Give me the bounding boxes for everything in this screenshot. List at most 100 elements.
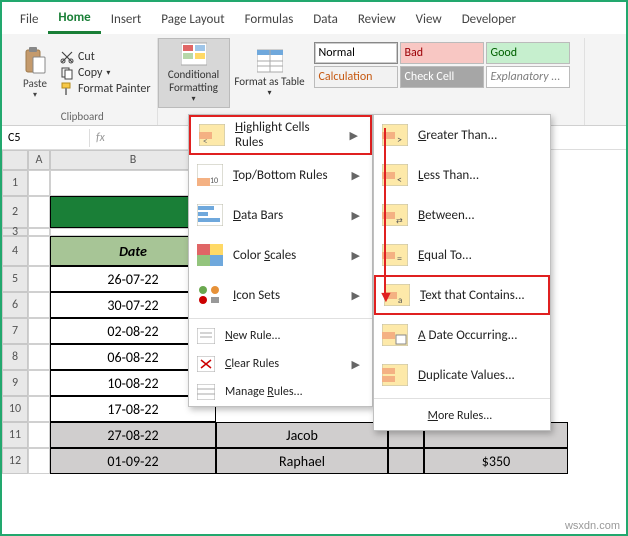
menu-icon-sets[interactable]: Icon Sets ▶ <box>189 275 372 315</box>
date-occurring-icon <box>382 324 408 346</box>
tab-insert[interactable]: Insert <box>101 8 152 33</box>
row-8[interactable]: 8 <box>2 344 28 370</box>
style-normal[interactable]: Normal <box>314 42 398 64</box>
name-cell[interactable]: Raphael <box>216 448 388 474</box>
style-calculation[interactable]: Calculation <box>314 66 398 88</box>
svg-text:<: < <box>397 173 402 186</box>
mlabel: Icon Sets <box>233 288 342 303</box>
watermark: wsxdn.com <box>565 520 620 532</box>
mlabel: Less Than... <box>418 168 538 183</box>
group-clipboard: Paste ▾ Cut Copy ▾ Format Painter Clipbo… <box>8 38 158 125</box>
row-7[interactable]: 7 <box>2 318 28 344</box>
scissors-icon <box>60 50 74 64</box>
paste-button[interactable]: Paste ▾ <box>14 38 56 108</box>
col-A[interactable]: A <box>28 150 50 170</box>
fx-icon[interactable]: fx <box>90 131 111 145</box>
conditional-formatting-menu: < HHighlight Cells Rulesighlight Cells R… <box>188 114 373 407</box>
copy-button[interactable]: Copy ▾ <box>60 66 151 80</box>
mlabel: Greater Than... <box>418 128 538 143</box>
menu-data-bars[interactable]: Data Bars ▶ <box>189 195 372 235</box>
menu-duplicate-values[interactable]: Duplicate Values... <box>374 355 550 395</box>
new-rule-icon <box>197 328 215 344</box>
tab-view[interactable]: View <box>406 8 452 33</box>
mlabel: More Rules... <box>428 409 493 423</box>
svg-text:<: < <box>203 136 207 146</box>
menu-equal-to[interactable]: = Equal To... <box>374 235 550 275</box>
svg-text:a: a <box>398 295 402 306</box>
row-2[interactable]: 2 <box>2 196 28 228</box>
tab-review[interactable]: Review <box>348 8 406 33</box>
mlabel: A Date Occurring... <box>418 328 538 343</box>
iconsets-icon <box>197 284 223 306</box>
chevron-right-icon: ▶ <box>350 129 358 142</box>
mlabel: Duplicate Values... <box>418 368 538 383</box>
tab-data[interactable]: Data <box>303 8 348 33</box>
paintbrush-icon <box>60 82 74 96</box>
menu-less-than[interactable]: < Less Than... <box>374 155 550 195</box>
date-cell[interactable]: 01-09-22 <box>50 448 216 474</box>
duplicate-icon <box>382 364 408 386</box>
row-3[interactable]: 3 <box>2 228 28 236</box>
style-explanatory[interactable]: Explanatory ... <box>486 66 570 88</box>
tab-pagelayout[interactable]: Page Layout <box>151 8 234 33</box>
cell-styles-gallery[interactable]: Normal Bad Good Calculation Check Cell E… <box>314 42 584 108</box>
menu-more-rules[interactable]: More Rules... <box>374 402 550 430</box>
name-box[interactable]: C5 <box>2 129 90 147</box>
cut-button[interactable]: Cut <box>60 50 151 64</box>
row-12[interactable]: 12 <box>2 448 28 474</box>
chevron-down-icon: ▾ <box>33 90 37 100</box>
table-icon <box>257 49 283 73</box>
select-all-corner[interactable] <box>2 150 28 170</box>
svg-text:>: > <box>397 133 402 146</box>
group-styles: Conditional Formatting ▾ Format as Table… <box>158 38 585 125</box>
menu-between[interactable]: ⇄ Between... <box>374 195 550 235</box>
mlabel: Between... <box>418 208 538 223</box>
mlabel: Data Bars <box>233 208 342 223</box>
menu-new-rule[interactable]: New Rule... <box>189 322 372 350</box>
conditional-formatting-button[interactable]: Conditional Formatting ▾ <box>158 38 230 108</box>
style-good[interactable]: Good <box>486 42 570 64</box>
style-check-cell[interactable]: Check Cell <box>400 66 484 88</box>
painter-label: Format Painter <box>78 82 151 96</box>
paste-icon <box>23 47 47 75</box>
svg-text:=: = <box>397 252 402 265</box>
amount-cell[interactable]: $350 <box>424 448 568 474</box>
row-5[interactable]: 5 <box>2 266 28 292</box>
row-6[interactable]: 6 <box>2 292 28 318</box>
mlabel: Top/Bottom Rules <box>233 168 342 183</box>
tab-home[interactable]: Home <box>48 6 100 34</box>
mlabel: Equal To... <box>418 248 538 263</box>
tab-formulas[interactable]: Formulas <box>235 8 304 33</box>
menu-greater-than[interactable]: > Greater Than... <box>374 115 550 155</box>
format-painter-button[interactable]: Format Painter <box>60 82 151 96</box>
mlabel: Clear Rules <box>225 357 342 371</box>
row-1[interactable]: 1 <box>2 170 28 196</box>
clipboard-list: Cut Copy ▾ Format Painter <box>60 38 151 108</box>
row-10[interactable]: 10 <box>2 396 28 422</box>
menu-color-scales[interactable]: Color Scales ▶ <box>189 235 372 275</box>
date-cell[interactable]: 27-08-22 <box>50 422 216 448</box>
tab-developer[interactable]: Developer <box>452 8 526 33</box>
clear-rules-icon <box>197 356 215 372</box>
svg-text:⇄: ⇄ <box>396 216 403 226</box>
tab-file[interactable]: File <box>10 8 48 33</box>
menu-highlight-cells-rules[interactable]: < HHighlight Cells Rulesighlight Cells R… <box>189 115 372 155</box>
row-4[interactable]: 4 <box>2 236 28 266</box>
menu-clear-rules[interactable]: Clear Rules ▶ <box>189 350 372 378</box>
format-as-table-button[interactable]: Format as Table ▾ <box>234 38 306 108</box>
chevron-right-icon: ▶ <box>352 209 360 222</box>
style-bad[interactable]: Bad <box>400 42 484 64</box>
paste-label: Paste <box>23 77 47 90</box>
menu-date-occurring[interactable]: A Date Occurring... <box>374 315 550 355</box>
menu-manage-rules[interactable]: Manage Rules... <box>189 378 372 406</box>
chevron-right-icon: ▶ <box>352 358 360 371</box>
highlight-cells-submenu: > Greater Than... < Less Than... ⇄ Betwe… <box>373 114 551 431</box>
group-label-clipboard: Clipboard <box>61 108 104 125</box>
name-cell[interactable]: Jacob <box>216 422 388 448</box>
copy-icon <box>60 66 74 80</box>
row-9[interactable]: 9 <box>2 370 28 396</box>
row-11[interactable]: 11 <box>2 422 28 448</box>
mlabel: Manage Rules... <box>225 385 360 399</box>
menu-text-contains[interactable]: a Text that Contains... <box>374 275 550 315</box>
menu-top-bottom-rules[interactable]: 10 Top/Bottom Rules ▶ <box>189 155 372 195</box>
